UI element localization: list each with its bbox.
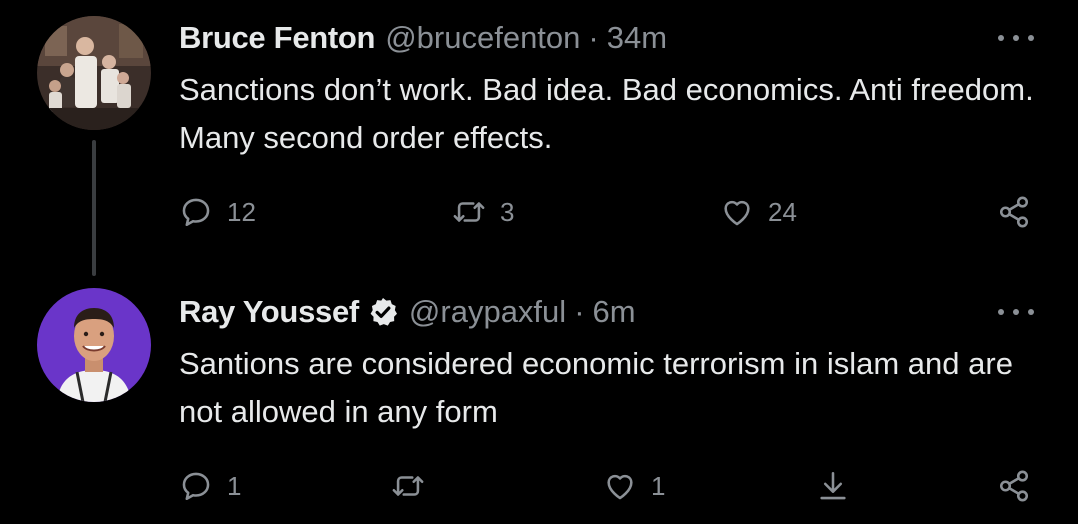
reply-count: 12 — [227, 196, 256, 227]
share-button[interactable] — [997, 192, 1031, 232]
reply-icon — [182, 472, 210, 501]
download-icon — [820, 471, 846, 500]
separator-dot: · — [574, 294, 585, 329]
family-photo-avatar-icon — [37, 16, 151, 130]
retweet-button[interactable] — [391, 466, 425, 506]
tweet-bruce-fenton[interactable]: Bruce Fenton @brucefenton · 34m Sanction… — [0, 0, 1078, 276]
tweet-header: Ray Youssef @raypaxful · 6m — [179, 292, 636, 332]
thread-connector-line — [92, 140, 96, 276]
like-icon — [607, 474, 633, 500]
tweet-header: Bruce Fenton @brucefenton · 34m — [179, 18, 667, 58]
share-button[interactable] — [997, 466, 1031, 506]
reply-count: 1 — [227, 470, 242, 501]
retweet-icon — [453, 202, 485, 222]
like-count: 24 — [768, 196, 797, 227]
portrait-avatar-purple-icon — [37, 288, 151, 402]
avatar-bruce-fenton[interactable] — [37, 16, 151, 130]
retweet-icon — [392, 476, 424, 496]
tweet-text: Sanctions don’t work. Bad idea. Bad econ… — [179, 72, 1034, 155]
download-button[interactable] — [816, 466, 850, 506]
display-name[interactable]: Ray Youssef — [179, 294, 359, 330]
more-options-icon[interactable] — [998, 302, 1034, 322]
share-icon — [999, 196, 1029, 228]
reply-button[interactable]: 12 — [179, 192, 256, 232]
timestamp[interactable]: 6m — [593, 294, 636, 330]
like-button[interactable]: 1 — [603, 466, 665, 506]
user-handle[interactable]: @brucefenton — [385, 20, 580, 56]
like-button[interactable]: 24 — [720, 192, 797, 232]
retweet-button[interactable]: 3 — [452, 192, 514, 232]
reply-icon — [182, 198, 210, 227]
separator-dot: · — [588, 20, 599, 55]
display-name[interactable]: Bruce Fenton — [179, 20, 376, 56]
share-icon — [999, 470, 1029, 502]
user-handle[interactable]: @raypaxful — [409, 294, 566, 330]
verified-badge-icon — [367, 296, 399, 328]
tweet-actions: 1 1 — [179, 466, 1049, 506]
timestamp[interactable]: 34m — [607, 20, 667, 56]
like-count: 1 — [651, 470, 666, 501]
retweet-count: 3 — [500, 196, 515, 227]
like-icon — [724, 200, 750, 226]
tweet-actions: 12 3 24 — [179, 192, 1049, 232]
avatar-ray-youssef[interactable] — [37, 288, 151, 402]
more-options-icon[interactable] — [998, 28, 1034, 48]
reply-button[interactable]: 1 — [179, 466, 241, 506]
tweet-text: Santions are considered economic terrori… — [179, 346, 1013, 429]
tweet-ray-youssef[interactable]: Ray Youssef @raypaxful · 6m Santions are… — [0, 276, 1078, 524]
